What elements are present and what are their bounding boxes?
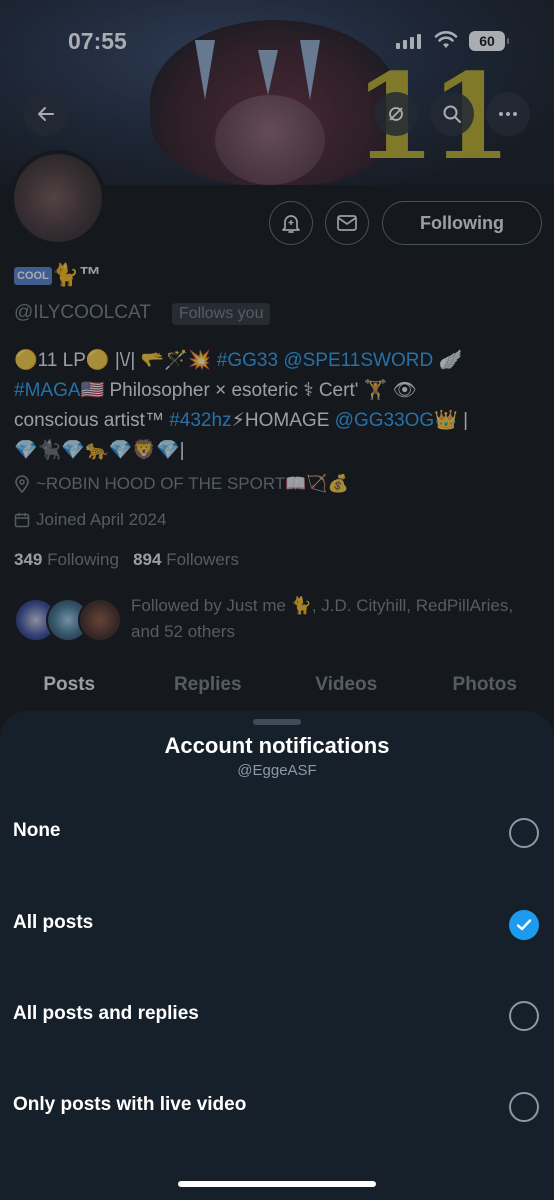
option-all-posts[interactable]: All posts <box>0 894 554 954</box>
checkmark-icon <box>516 919 532 931</box>
option-live-video[interactable]: Only posts with live video <box>0 1076 554 1136</box>
option-all-posts-and-replies[interactable]: All posts and replies <box>0 985 554 1045</box>
option-label: All posts and replies <box>13 1003 199 1024</box>
option-none[interactable]: None <box>0 802 554 862</box>
radio-button-selected[interactable] <box>509 910 539 940</box>
sheet-grabber[interactable] <box>253 719 301 725</box>
option-label: Only posts with live video <box>13 1094 247 1115</box>
sheet-subtitle: @EggeASF <box>237 762 317 779</box>
account-notifications-sheet: Account notifications @EggeASF None All … <box>0 711 554 1200</box>
radio-button[interactable] <box>509 1001 539 1031</box>
option-label: All posts <box>13 912 94 933</box>
sheet-title: Account notifications <box>164 733 390 758</box>
radio-button[interactable] <box>509 818 539 848</box>
radio-button[interactable] <box>509 1092 539 1122</box>
home-indicator[interactable] <box>178 1181 376 1187</box>
option-label: None <box>13 820 61 841</box>
